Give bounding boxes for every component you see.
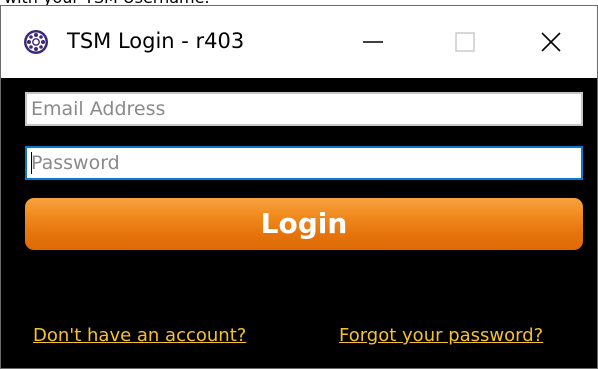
minimize-icon [363,41,383,43]
text-caret [31,152,32,174]
signup-link[interactable]: Don't have an account? [33,324,246,348]
login-button[interactable]: Login [25,198,583,250]
login-window: TSM Login - r403 Login Don't have an acc… [0,5,598,369]
password-field[interactable] [25,146,583,180]
title-bar[interactable]: TSM Login - r403 [1,6,597,78]
maximize-button[interactable] [419,6,511,78]
login-form: Login Don't have an account? Forgot your… [1,78,597,368]
forgot-password-link[interactable]: Forgot your password? [339,324,543,348]
window-title: TSM Login - r403 [67,29,245,53]
gear-icon [24,30,48,54]
minimize-button[interactable] [327,6,419,78]
maximize-icon [455,32,475,52]
email-field[interactable] [25,92,583,126]
close-button[interactable] [505,6,597,78]
close-icon [541,32,561,52]
